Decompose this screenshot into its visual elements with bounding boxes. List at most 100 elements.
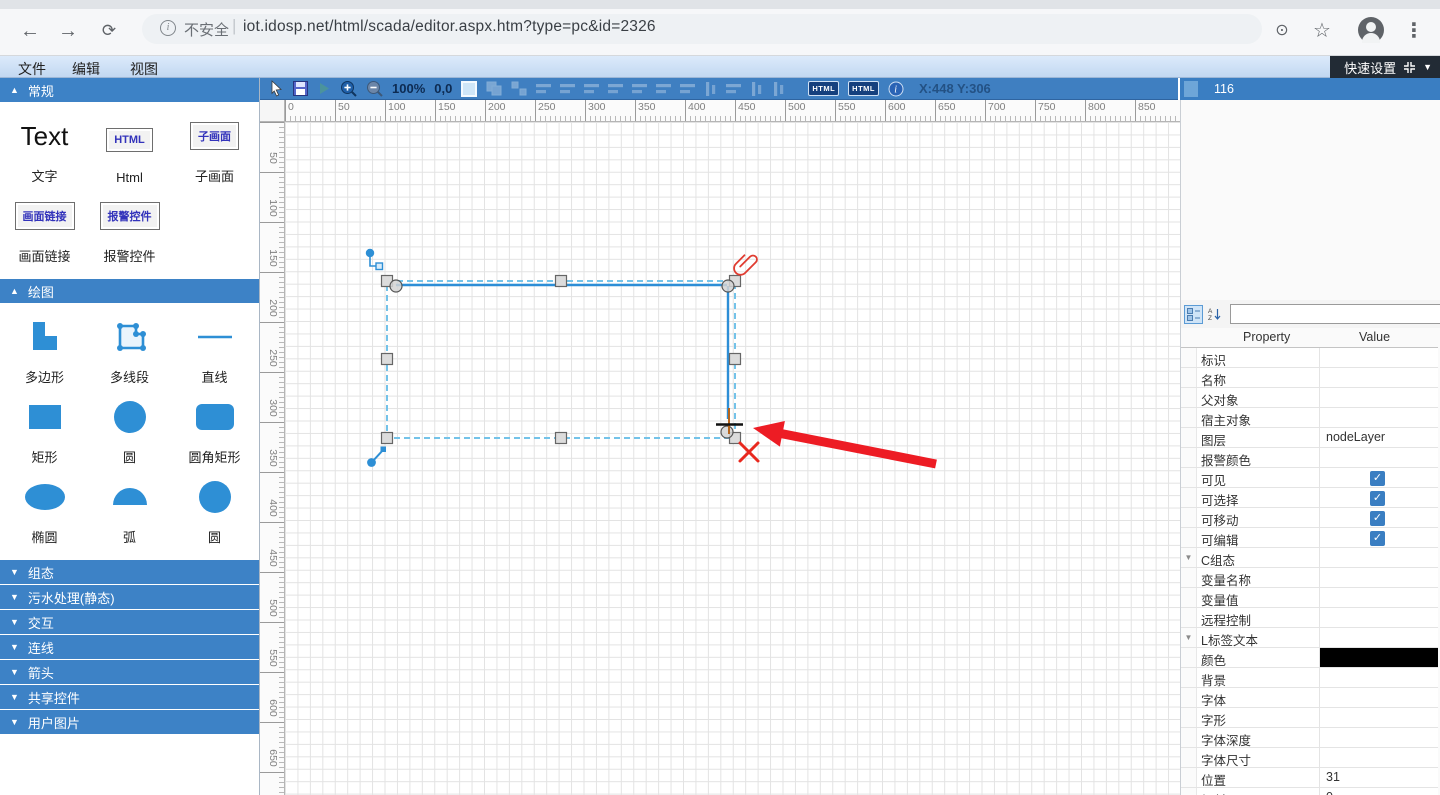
save-icon[interactable] bbox=[293, 81, 308, 96]
sidebar-section-5[interactable]: ▼ 连线 bbox=[0, 635, 259, 659]
palette-item-圆[interactable]: 圆 bbox=[172, 470, 257, 550]
property-value[interactable] bbox=[1320, 748, 1438, 767]
canvas-size-icon[interactable] bbox=[461, 80, 478, 97]
property-value[interactable] bbox=[1320, 588, 1438, 607]
handle-bottom-mid[interactable] bbox=[554, 431, 568, 445]
checkbox-可编辑[interactable]: ✓ bbox=[1370, 530, 1385, 546]
palette-item-直线[interactable]: 直线 bbox=[172, 310, 257, 390]
palette-item-多边形[interactable]: 多边形 bbox=[2, 310, 87, 390]
palette-item-矩形[interactable]: 矩形 bbox=[2, 390, 87, 470]
property-value[interactable] bbox=[1320, 728, 1438, 747]
property-value[interactable]: ✓ bbox=[1320, 508, 1438, 527]
categorized-view-icon[interactable] bbox=[1184, 304, 1203, 324]
property-label: 字体尺寸 bbox=[1197, 748, 1320, 767]
vertex-handles[interactable] bbox=[389, 279, 735, 439]
property-value[interactable] bbox=[1320, 628, 1438, 647]
property-value[interactable] bbox=[1320, 368, 1438, 387]
property-label: 父对象 bbox=[1197, 388, 1320, 407]
property-value[interactable]: ✓ bbox=[1320, 488, 1438, 507]
handle-bottom-left[interactable] bbox=[380, 431, 394, 445]
h-ruler-label-0: 0 bbox=[288, 101, 294, 113]
property-value[interactable] bbox=[1320, 568, 1438, 587]
zoom-out-page-icon[interactable]: ⊙ bbox=[1268, 18, 1296, 46]
palette-item-Html[interactable]: HTML Html bbox=[87, 109, 172, 189]
sidebar-section-8[interactable]: ▼ 用户图片 bbox=[0, 710, 259, 734]
sort-az-icon[interactable]: AZ bbox=[1205, 305, 1224, 324]
info-icon[interactable]: i bbox=[888, 81, 904, 97]
sidebar-section-3[interactable]: ▼ 污水处理(静态) bbox=[0, 585, 259, 609]
property-value[interactable] bbox=[1320, 708, 1438, 727]
menu-view[interactable]: 视图 bbox=[126, 58, 162, 80]
refresh-icon[interactable]: ⟳ bbox=[95, 18, 123, 46]
property-filter-input[interactable] bbox=[1229, 304, 1440, 324]
palette-item-icon: 报警控件 bbox=[99, 190, 160, 242]
sidebar-section-4[interactable]: ▼ 交互 bbox=[0, 610, 259, 634]
vertex-corner[interactable] bbox=[721, 279, 735, 293]
back-icon[interactable]: ← bbox=[16, 18, 44, 46]
sidebar-section-6[interactable]: ▼ 箭头 bbox=[0, 660, 259, 684]
menu-file[interactable]: 文件 bbox=[14, 58, 50, 80]
handle-mid-left[interactable] bbox=[380, 352, 394, 366]
page-info-icon[interactable]: i bbox=[160, 20, 176, 36]
avatar-icon[interactable] bbox=[1358, 17, 1384, 43]
property-value[interactable]: ✓ bbox=[1320, 528, 1438, 547]
palette-item-报警控件[interactable]: 报警控件 报警控件 bbox=[87, 189, 172, 269]
sidebar-section-2[interactable]: ▼ 组态 bbox=[0, 560, 259, 584]
property-value[interactable]: ✓ bbox=[1320, 468, 1438, 487]
design-canvas[interactable] bbox=[285, 122, 1180, 795]
property-value[interactable] bbox=[1320, 408, 1438, 427]
v-ruler-label-250: 250 bbox=[267, 349, 279, 367]
url-text[interactable]: iot.idosp.net/html/scada/editor.aspx.htm… bbox=[243, 18, 656, 36]
property-row-gutter bbox=[1181, 648, 1197, 667]
checkbox-可选择[interactable]: ✓ bbox=[1370, 490, 1385, 506]
property-value[interactable] bbox=[1320, 448, 1438, 467]
property-value[interactable] bbox=[1320, 608, 1438, 627]
menu-edit[interactable]: 编辑 bbox=[68, 58, 104, 80]
section-content: 多边形 多线段 直线 矩形圆圆角矩形 椭圆弧圆 bbox=[0, 304, 259, 560]
page-tab-bar[interactable]: 116 bbox=[1180, 78, 1440, 100]
color-swatch[interactable] bbox=[1320, 648, 1438, 667]
checkbox-可见[interactable]: ✓ bbox=[1370, 470, 1385, 486]
property-value[interactable]: 31 bbox=[1320, 768, 1438, 787]
property-value[interactable] bbox=[1320, 548, 1438, 567]
palette-item-子画面[interactable]: 子画面 子画面 bbox=[172, 109, 257, 189]
group-collapse-icon[interactable]: ▼ bbox=[1181, 628, 1197, 647]
same-width-icon bbox=[726, 82, 742, 95]
sidebar-section-0[interactable]: ▲ 常规 bbox=[0, 78, 259, 102]
property-value[interactable]: 0 bbox=[1320, 788, 1438, 795]
palette-item-圆[interactable]: 圆 bbox=[87, 390, 172, 470]
group-collapse-icon[interactable]: ▼ bbox=[1181, 548, 1197, 567]
html-preview-icon[interactable]: HTML bbox=[848, 81, 879, 96]
selection-handles[interactable] bbox=[380, 274, 742, 445]
property-value[interactable] bbox=[1320, 348, 1438, 367]
palette-item-弧[interactable]: 弧 bbox=[87, 470, 172, 550]
handle-top-mid[interactable] bbox=[554, 274, 568, 288]
property-value[interactable] bbox=[1320, 688, 1438, 707]
palette-item-椭圆[interactable]: 椭圆 bbox=[2, 470, 87, 550]
forward-icon[interactable]: → bbox=[54, 18, 82, 46]
palette-item-画面链接[interactable]: 画面链接 画面链接 bbox=[2, 189, 87, 269]
palette-item-多线段[interactable]: 多线段 bbox=[87, 310, 172, 390]
palette-item-圆角矩形[interactable]: 圆角矩形 bbox=[172, 390, 257, 470]
property-value[interactable] bbox=[1320, 648, 1438, 667]
sidebar-section-1[interactable]: ▲ 绘图 bbox=[0, 279, 259, 303]
handle-mid-right[interactable] bbox=[728, 352, 742, 366]
cursor-icon[interactable] bbox=[268, 80, 284, 97]
vertex-start[interactable] bbox=[389, 279, 403, 293]
zoom-in-icon[interactable] bbox=[340, 80, 357, 97]
property-row-gutter bbox=[1181, 728, 1197, 747]
property-value[interactable]: nodeLayer bbox=[1320, 428, 1438, 447]
more-menu-icon[interactable]: ⋮ bbox=[1400, 18, 1428, 46]
property-value[interactable] bbox=[1320, 388, 1438, 407]
sidebar-section-7[interactable]: ▼ 共享控件 bbox=[0, 685, 259, 709]
vertex-end[interactable] bbox=[720, 425, 734, 439]
zoom-out-icon[interactable] bbox=[366, 80, 383, 97]
quick-settings-button[interactable]: 快速设置 ▼ bbox=[1330, 56, 1440, 78]
checkbox-可移动[interactable]: ✓ bbox=[1370, 510, 1385, 526]
html-export-icon[interactable]: HTML bbox=[808, 81, 840, 96]
star-icon[interactable]: ☆ bbox=[1308, 18, 1336, 46]
palette-item-文字[interactable]: Text 文字 bbox=[2, 109, 87, 189]
selection-rectangle[interactable] bbox=[386, 280, 736, 439]
chevron-down-icon: ▼ bbox=[1423, 62, 1432, 72]
property-value[interactable] bbox=[1320, 668, 1438, 687]
